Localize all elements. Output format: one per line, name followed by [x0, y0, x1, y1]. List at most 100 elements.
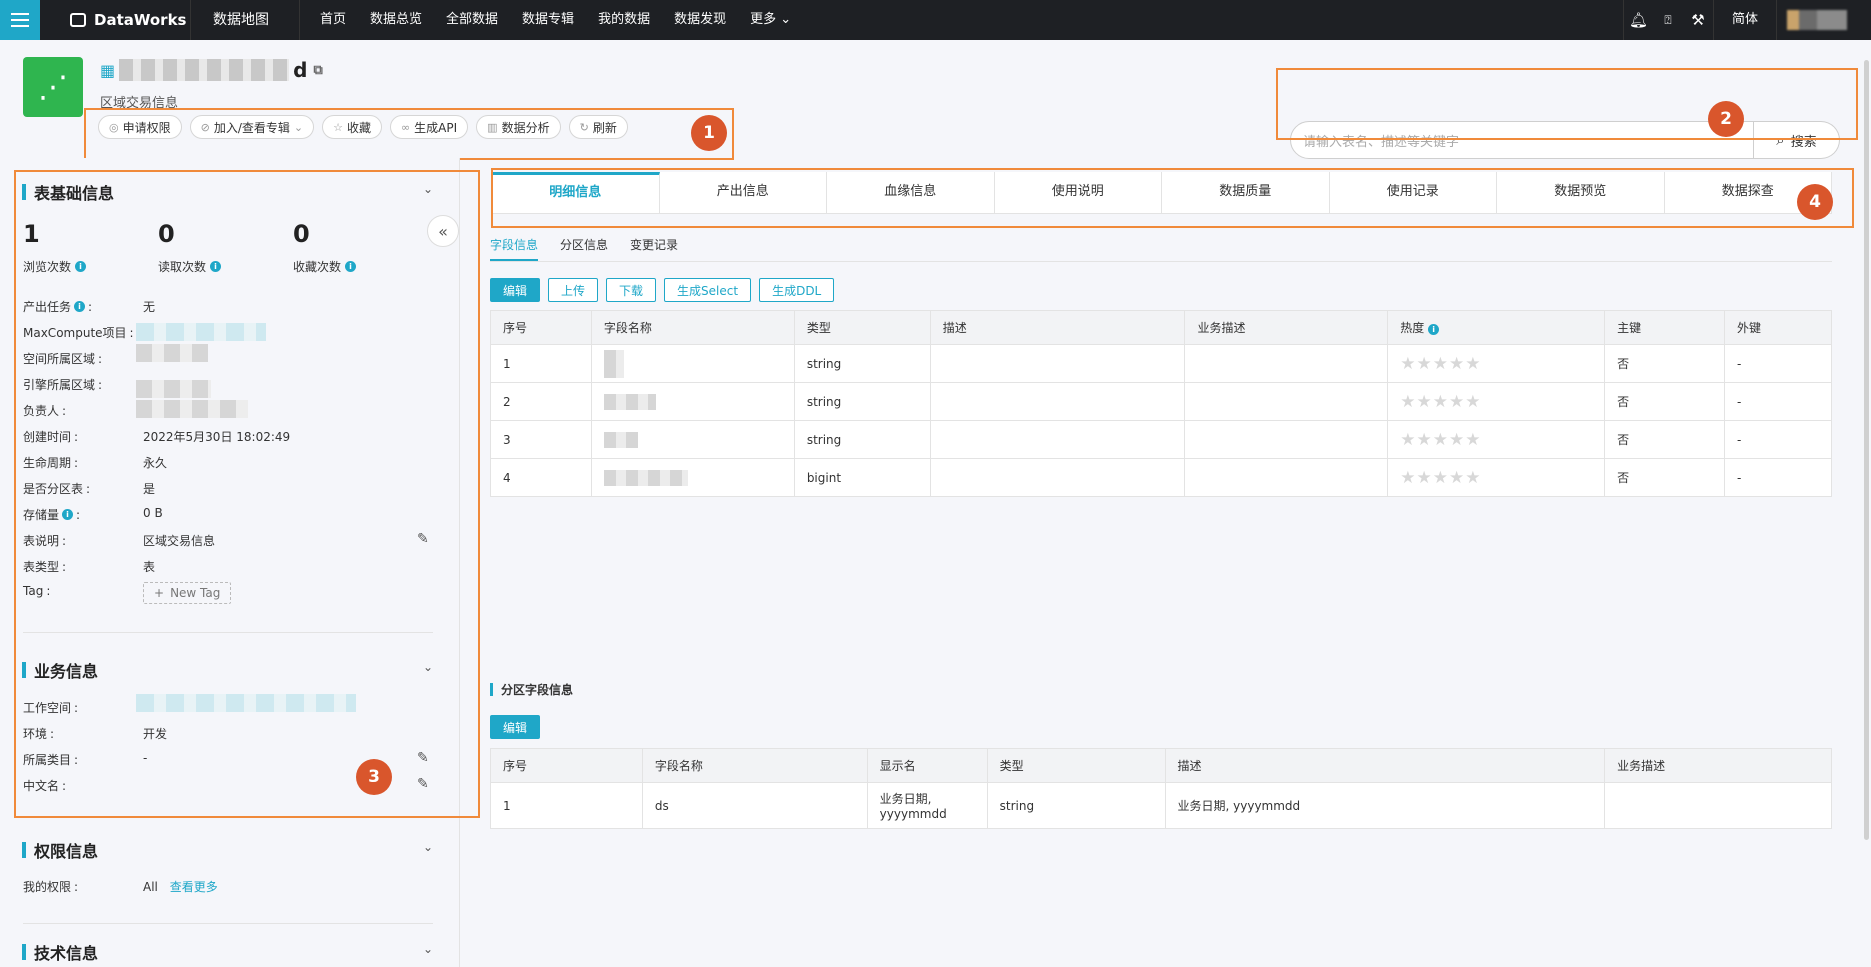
main-content: 明细信息 产出信息 血缘信息 使用说明 数据质量 使用记录 数据预览 数据探查 … [474, 168, 1836, 967]
nav-all-data[interactable]: 全部数据 [434, 0, 510, 40]
generate-select-button[interactable]: 生成Select [664, 278, 752, 302]
masked-table-name [119, 59, 290, 81]
table-grid-icon: ▦ [100, 60, 116, 80]
col-field-name: 字段名称 [590, 310, 795, 345]
scrollbar-thumb[interactable] [1864, 60, 1869, 840]
cell-biz-desc [1184, 458, 1389, 497]
cell-pk: 否 [1604, 420, 1726, 459]
cell-fk: - [1724, 458, 1832, 497]
wrench-icon[interactable]: ⚒︎ [1683, 0, 1713, 40]
nav-more[interactable]: 更多 ⌄ [738, 0, 803, 40]
table-row: 1 ds 业务日期, yyyymmdd string 业务日期, yyyymmd… [490, 782, 1832, 829]
partition-table: 序号 字段名称 显示名 类型 描述 业务描述 1 ds 业务日期, yyyymm… [490, 748, 1832, 829]
cell-field-name [590, 382, 795, 421]
star-rating: ★★★★★ [1400, 391, 1482, 412]
callout-badge-1: 1 [691, 115, 727, 151]
download-button[interactable]: 下载 [606, 278, 657, 302]
nav-albums[interactable]: 数据专辑 [510, 0, 586, 40]
table-header-row: 序号 字段名称 类型 描述 业务描述 热度 i 主键 外键 [490, 310, 1832, 345]
partition-title: 分区字段信息 [501, 683, 574, 697]
subtab-partitions[interactable]: 分区信息 [560, 236, 608, 261]
cell-field-name [590, 420, 795, 459]
table-type-icon: ⋰ [23, 57, 83, 117]
nav-overview[interactable]: 数据总览 [358, 0, 434, 40]
cell-desc [929, 344, 1186, 383]
subtab-fields[interactable]: 字段信息 [490, 236, 539, 261]
masked-field-name [603, 431, 638, 448]
col-biz-desc: 业务描述 [1604, 748, 1832, 783]
avatar[interactable] [1776, 0, 1871, 40]
table-row: 1 string ★★★★★ 否 - [490, 344, 1832, 383]
upload-button[interactable]: 上传 [548, 278, 599, 302]
cell-type: bigint [793, 458, 931, 497]
cell-type: string [793, 382, 931, 421]
edit-button[interactable]: 编辑 [490, 278, 541, 302]
cell-field-name [590, 458, 795, 497]
cell-type: string [793, 420, 931, 459]
cell-fk: - [1724, 420, 1832, 459]
nav-discovery[interactable]: 数据发现 [662, 0, 738, 40]
col-heat: 热度 i [1387, 310, 1606, 345]
info-icon[interactable]: i [1428, 324, 1440, 335]
generate-ddl-button[interactable]: 生成DDL [759, 278, 835, 302]
col-no: 序号 [490, 310, 592, 345]
col-heat-label: 热度 [1400, 321, 1425, 335]
col-pk: 主键 [1604, 310, 1726, 345]
menu-icon[interactable] [0, 0, 40, 40]
cell-heat: ★★★★★ [1387, 458, 1606, 497]
col-desc: 描述 [1164, 748, 1606, 783]
col-type: 类型 [793, 310, 931, 345]
nav-more-label: 更多 [750, 12, 777, 27]
masked-field-name [603, 469, 688, 486]
col-field-name: 字段名称 [641, 748, 868, 783]
cell-type: string [986, 782, 1166, 829]
help-icon[interactable]: ⍰ [1653, 0, 1683, 40]
table-row: 3 string ★★★★★ 否 - [490, 420, 1832, 459]
field-toolbar: 编辑 上传 下载 生成Select 生成DDL [490, 278, 835, 302]
star-rating: ★★★★★ [1400, 353, 1482, 374]
cell-fk: - [1724, 382, 1832, 421]
copy-icon[interactable]: ⧉ [313, 63, 322, 78]
cell-heat: ★★★★★ [1387, 420, 1606, 459]
col-biz-desc: 业务描述 [1184, 310, 1389, 345]
callout-badge-3: 3 [356, 759, 392, 795]
my-permission-text: All [143, 880, 158, 894]
view-more-link[interactable]: 查看更多 [170, 880, 218, 894]
bell-icon[interactable]: 🔔︎ [1622, 0, 1653, 40]
brand-name: DataWorks [94, 11, 187, 29]
cell-pk: 否 [1604, 344, 1726, 383]
language-switch[interactable]: 简体 [1712, 0, 1776, 40]
cell-desc: 业务日期, yyyymmdd [1164, 782, 1606, 829]
star-rating: ★★★★★ [1400, 467, 1482, 488]
my-permission-label: 我的权限 [23, 880, 72, 894]
masked-field-name [603, 393, 656, 410]
cell-heat: ★★★★★ [1387, 382, 1606, 421]
masked-field-name [603, 349, 624, 378]
callout-box-1 [84, 108, 734, 160]
cell-desc [929, 458, 1186, 497]
col-type: 类型 [986, 748, 1166, 783]
cell-field-name: ds [641, 782, 868, 829]
dataworks-logo-icon [70, 13, 86, 27]
permission-info-title: 权限信息 [34, 842, 99, 861]
cell-no: 2 [490, 382, 592, 421]
cell-heat: ★★★★★ [1387, 344, 1606, 383]
col-fk: 外键 [1724, 310, 1832, 345]
permission-info-heading[interactable]: 权限信息 [22, 838, 98, 862]
chevron-down-icon[interactable]: ⌄ [423, 942, 433, 956]
brand[interactable]: DataWorks [40, 11, 190, 29]
partition-heading: 分区字段信息 [490, 681, 573, 698]
tech-info-heading[interactable]: 技术信息 [22, 940, 98, 964]
nav-home[interactable]: 首页 [308, 0, 358, 40]
cell-no: 4 [490, 458, 592, 497]
col-display-name: 显示名 [866, 748, 988, 783]
callout-badge-4: 4 [1797, 184, 1833, 220]
subtab-changes[interactable]: 变更记录 [630, 236, 678, 261]
partition-edit-button[interactable]: 编辑 [490, 715, 541, 739]
section-title[interactable]: 数据地图 [190, 0, 300, 40]
cell-no: 1 [490, 344, 592, 383]
nav-my-data[interactable]: 我的数据 [586, 0, 662, 40]
chevron-down-icon: ⌄ [780, 12, 792, 27]
cell-desc [929, 382, 1186, 421]
chevron-down-icon[interactable]: ⌄ [423, 840, 433, 854]
